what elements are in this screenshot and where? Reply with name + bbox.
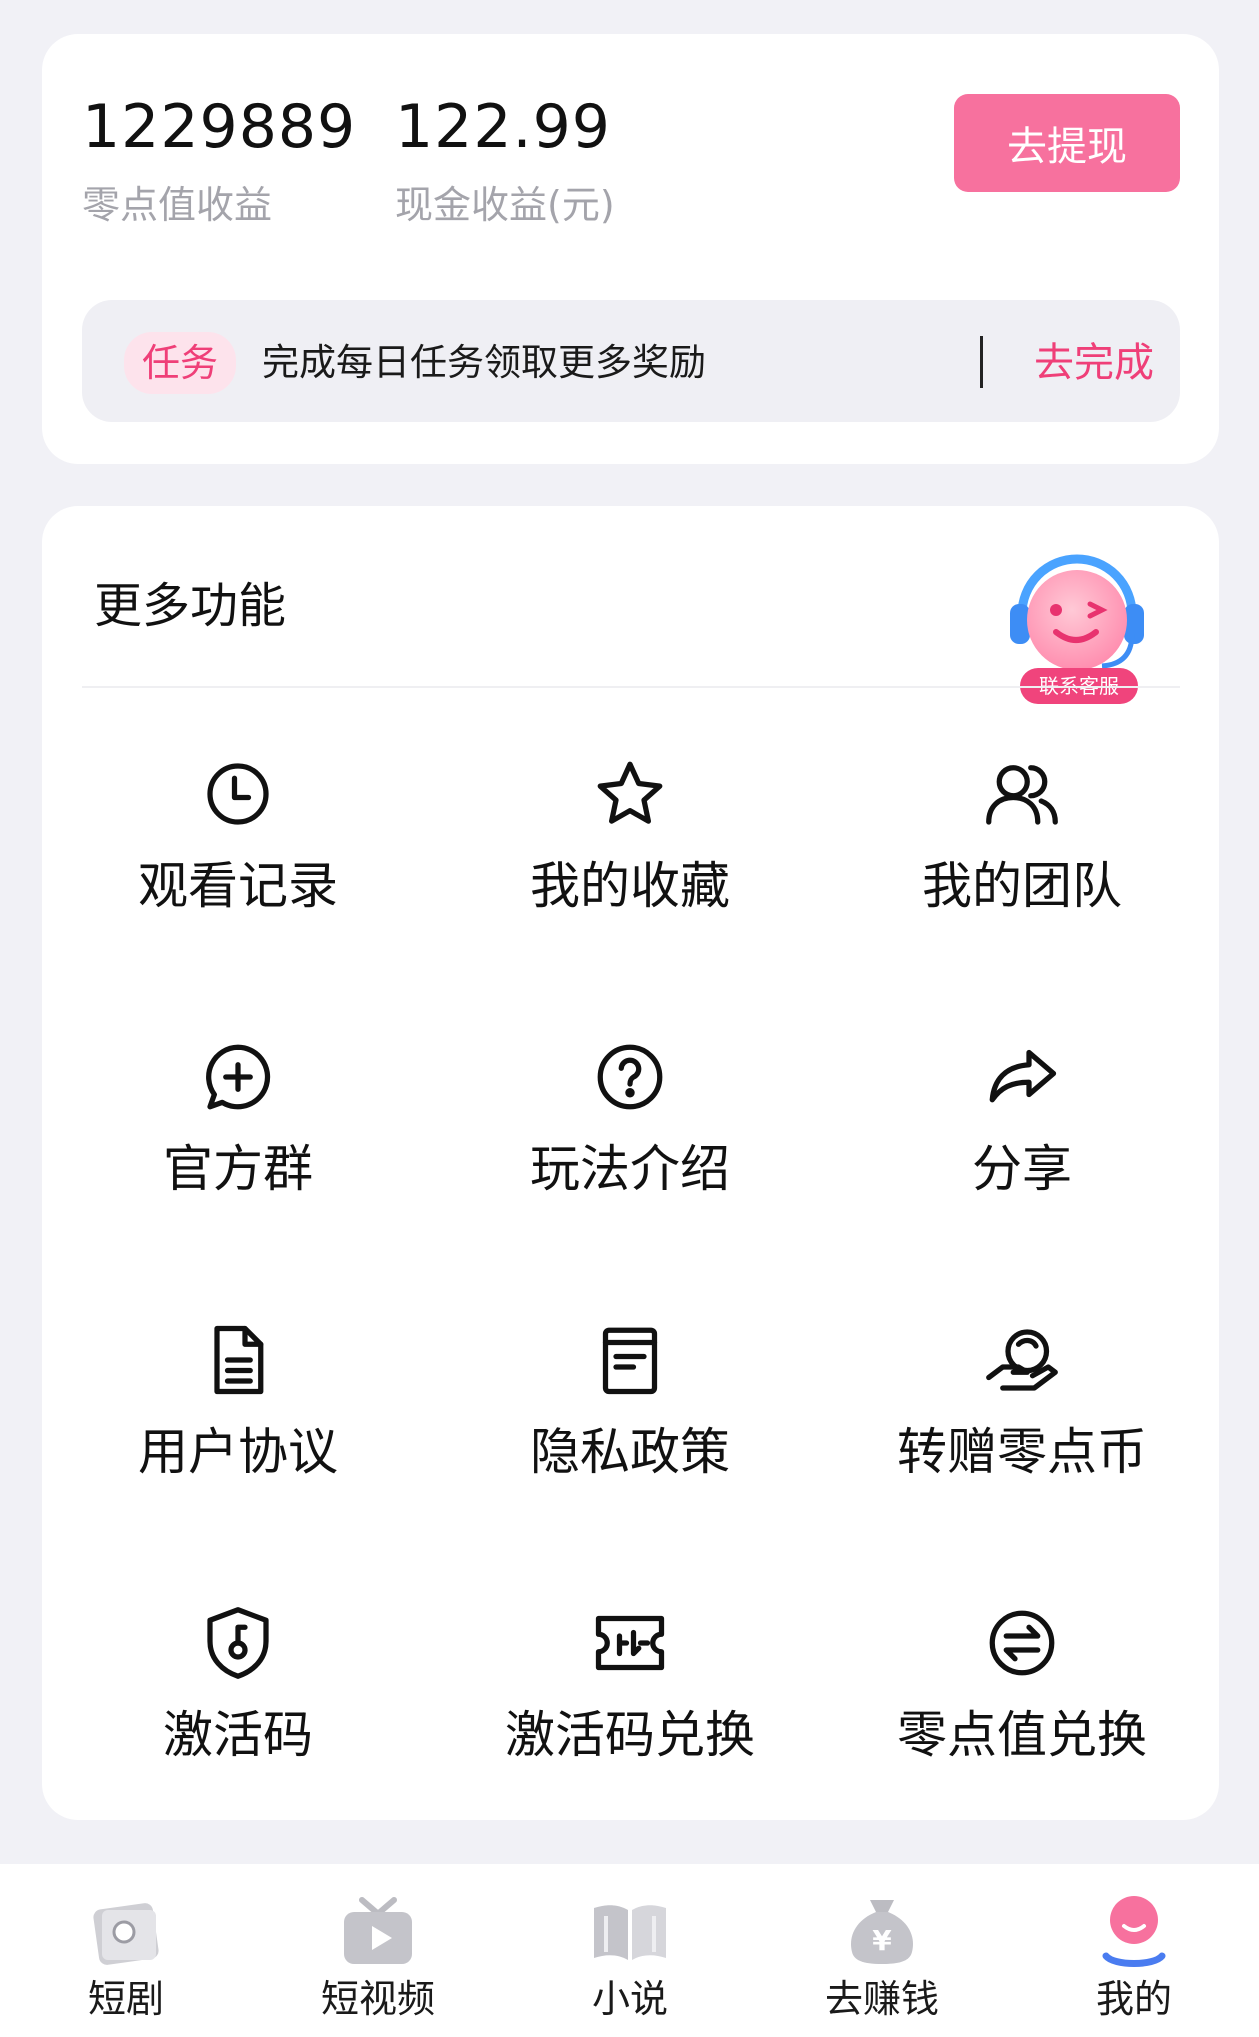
money-bag-icon: ¥ (836, 1886, 928, 1978)
points-label: 零点值收益 (82, 183, 273, 227)
feature-share[interactable]: 分享 (826, 997, 1218, 1280)
bottom-tab-bar: 短剧 短视频 小说 ¥ 去赚钱 我的 (0, 1864, 1259, 2037)
chat-plus-icon (196, 1035, 280, 1119)
clock-icon (196, 752, 280, 836)
feature-label: 分享 (972, 1140, 1072, 1198)
tab-label: 短视频 (320, 1977, 435, 2021)
withdraw-button[interactable]: 去提现 (954, 94, 1180, 192)
task-divider (980, 336, 983, 388)
feature-watch-history[interactable]: 观看记录 (42, 714, 434, 997)
feature-label: 激活码 (163, 1706, 313, 1764)
exchange-icon (980, 1601, 1064, 1685)
feature-label: 官方群 (163, 1140, 313, 1198)
feature-label: 玩法介绍 (530, 1140, 730, 1198)
section-divider (82, 686, 1180, 688)
gift-hand-icon (980, 1318, 1064, 1402)
feature-label: 我的收藏 (530, 857, 730, 915)
daily-task-bar[interactable]: 任务 完成每日任务领取更多奖励 去完成 (82, 300, 1180, 422)
tab-label: 去赚钱 (824, 1977, 939, 2021)
svg-text:¥: ¥ (872, 1924, 892, 1957)
cash-label: 现金收益(元) (395, 183, 615, 227)
profile-icon (1088, 1886, 1180, 1978)
task-complete-link[interactable]: 去完成 (1034, 332, 1154, 394)
feature-official-group[interactable]: 官方群 (42, 997, 434, 1280)
shield-key-icon (196, 1601, 280, 1685)
feature-user-agreement[interactable]: 用户协议 (42, 1280, 434, 1563)
tab-earn-money[interactable]: ¥ 去赚钱 (756, 1864, 1008, 2037)
feature-label: 激活码兑换 (505, 1706, 755, 1764)
tab-label: 短剧 (87, 1977, 164, 2021)
more-features-card: 更多功能 联系客服 观看记录 我的收藏 我的团队 官方群 玩法介绍 分享 用户协… (42, 506, 1219, 1820)
tab-label: 小说 (591, 1977, 668, 2021)
feature-label: 观看记录 (138, 857, 338, 915)
feature-favorites[interactable]: 我的收藏 (434, 714, 826, 997)
tv-icon (332, 1886, 424, 1978)
earnings-card: 1229889 零点值收益 122.99 现金收益(元) 去提现 任务 完成每日… (42, 34, 1219, 464)
ticket-icon (588, 1601, 672, 1685)
tab-short-video[interactable]: 短视频 (252, 1864, 504, 2037)
share-icon (980, 1035, 1064, 1119)
feature-label: 隐私政策 (530, 1423, 730, 1481)
document-icon (196, 1318, 280, 1402)
feature-my-team[interactable]: 我的团队 (826, 714, 1218, 997)
task-tag: 任务 (124, 332, 237, 394)
task-text: 完成每日任务领取更多奖励 (262, 341, 706, 384)
question-icon (588, 1035, 672, 1119)
cash-stat[interactable]: 122.99 现金收益(元) (395, 92, 615, 230)
feature-points-exchange[interactable]: 零点值兑换 (826, 1563, 1218, 1846)
tab-short-drama[interactable]: 短剧 (0, 1864, 252, 2037)
feature-label: 用户协议 (138, 1423, 338, 1481)
feature-activation-code[interactable]: 激活码 (42, 1563, 434, 1846)
cash-value: 122.99 (395, 92, 611, 162)
star-icon (588, 752, 672, 836)
more-features-title: 更多功能 (94, 578, 287, 634)
policy-icon (588, 1318, 672, 1402)
points-value: 1229889 (82, 92, 357, 162)
feature-label: 我的团队 (922, 857, 1122, 915)
drama-icon (80, 1886, 172, 1978)
feature-label: 转赠零点币 (897, 1423, 1147, 1481)
points-stat[interactable]: 1229889 零点值收益 (82, 92, 356, 230)
tab-profile[interactable]: 我的 (1008, 1864, 1259, 2037)
feature-how-to-play[interactable]: 玩法介绍 (434, 997, 826, 1280)
feature-gift-coins[interactable]: 转赠零点币 (826, 1280, 1218, 1563)
book-icon (584, 1886, 676, 1978)
feature-label: 零点值兑换 (897, 1706, 1147, 1764)
team-icon (980, 752, 1064, 836)
feature-privacy-policy[interactable]: 隐私政策 (434, 1280, 826, 1563)
feature-redeem-code[interactable]: 激活码兑换 (434, 1563, 826, 1846)
tab-novel[interactable]: 小说 (504, 1864, 756, 2037)
tab-label: 我的 (1095, 1977, 1172, 2021)
